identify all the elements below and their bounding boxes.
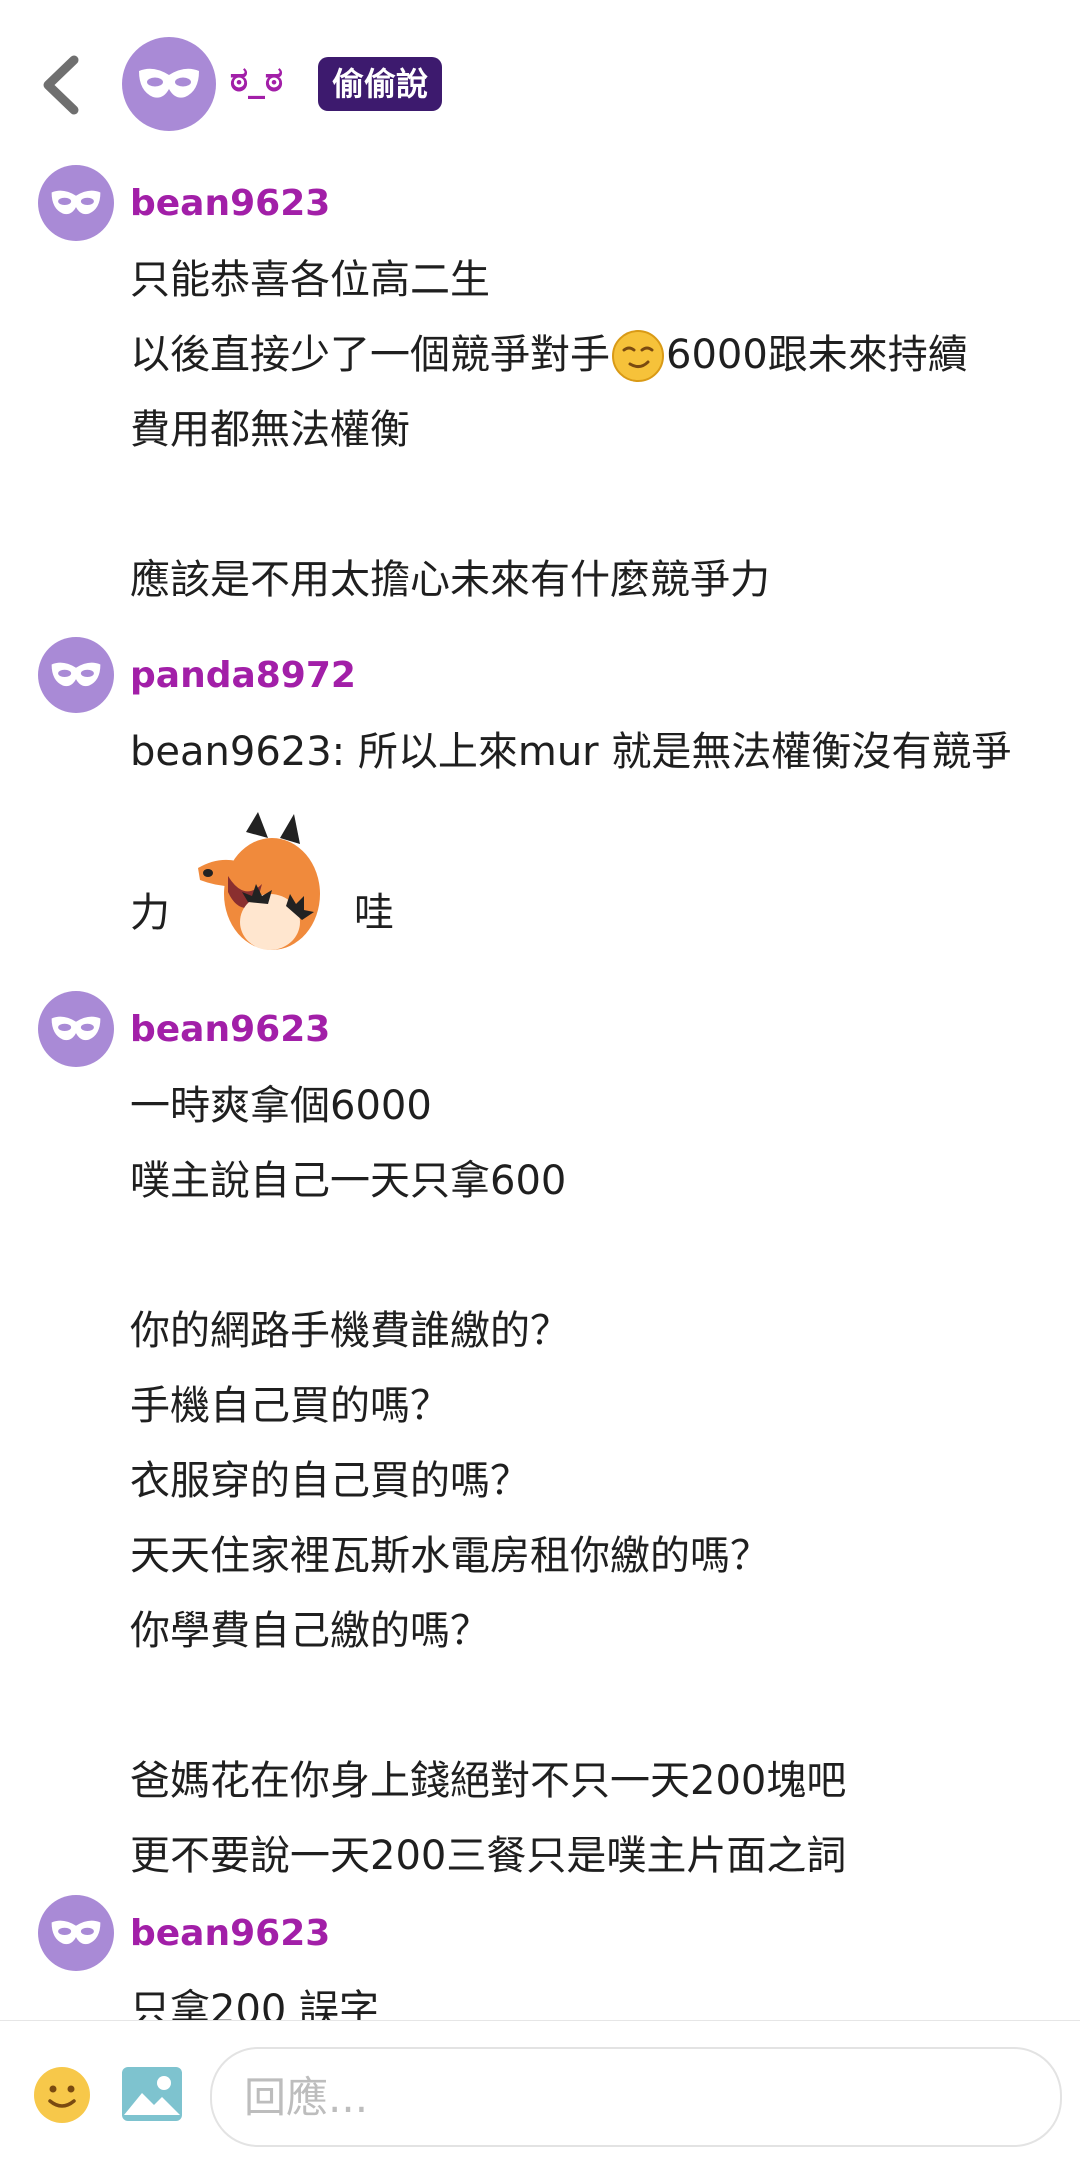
response-line: 衣服穿的自己買的嗎？ — [130, 1458, 530, 1504]
response-line-part: 力 — [130, 890, 170, 936]
response-content: 一時爽拿個6000 噗主說自己一天只拿600 你的網路手機費誰繳的？ 手機自己買… — [130, 1069, 1050, 1894]
response-line: 只拿200 誤字 — [130, 1987, 380, 2025]
mask-icon — [51, 190, 101, 215]
smiley-icon — [34, 2067, 90, 2123]
response-line: 手機自己買的嗎？ — [130, 1383, 450, 1429]
response-line — [130, 1219, 1050, 1294]
anonymous-mask-avatar[interactable] — [38, 1895, 114, 1971]
response-line: 天天住家裡瓦斯水電房租你繳的嗎？ — [130, 1533, 770, 1579]
back-button[interactable] — [34, 50, 90, 120]
response-username[interactable]: bean9623 — [130, 1913, 330, 1954]
response-line: 你學費自己繳的嗎？ — [130, 1608, 490, 1654]
response-username[interactable]: bean9623 — [130, 183, 330, 224]
mask-icon — [51, 662, 101, 687]
reply-bar — [0, 2020, 1080, 2169]
response-line: 應該是不用太擔心未來有什麼競爭力 — [130, 557, 770, 603]
mask-icon — [139, 68, 199, 98]
plurk-header: ಠ_ಠ 偷偷說 — [0, 0, 1080, 170]
chevron-left-icon — [43, 55, 79, 115]
anonymous-mask-avatar[interactable] — [38, 165, 114, 241]
anonymous-mask-avatar[interactable] — [38, 637, 114, 713]
response-line: 更不要說一天200三餐只是噗主片面之詞 — [130, 1833, 847, 1879]
response-line-part: 哇 — [354, 890, 394, 936]
image-upload-button[interactable] — [120, 2063, 184, 2125]
reply-input-box[interactable] — [210, 2047, 1062, 2147]
reply-input[interactable] — [242, 2067, 1026, 2127]
response-line: 力 哇 — [130, 790, 1050, 960]
image-icon — [122, 2067, 182, 2121]
response-line: bean9623: 所以上來mur 就是無法權衡沒有競爭 — [130, 729, 1012, 775]
response-list: bean9623 只能恭喜各位高二生 以後直接少了一個競爭對手 6000跟未來持… — [0, 165, 1080, 2025]
response-line: 一時爽拿個6000 — [130, 1083, 432, 1129]
anonymous-badge: 偷偷說 — [318, 57, 443, 111]
mask-icon — [51, 1920, 101, 1945]
response-line: 以後直接少了一個競爭對手 6000跟未來持續 — [130, 318, 1050, 393]
response-line — [130, 1669, 1050, 1744]
response-line: 你的網路手機費誰繳的？ — [130, 1308, 570, 1354]
smirk-emoji-icon — [612, 330, 664, 382]
response-content: bean9623: 所以上來mur 就是無法權衡沒有競爭 力 哇 — [130, 715, 1050, 960]
response-content: 只能恭喜各位高二生 以後直接少了一個競爭對手 6000跟未來持續 費用都無法權衡… — [130, 243, 1050, 618]
response-username[interactable]: panda8972 — [130, 655, 356, 696]
response-line: 只能恭喜各位高二生 — [130, 257, 490, 303]
response-line: 費用都無法權衡 — [130, 407, 410, 453]
mask-icon — [51, 1016, 101, 1041]
poster-name[interactable]: ಠ_ಠ — [230, 60, 283, 100]
emoticon-button[interactable] — [32, 2065, 92, 2125]
response-line-part: 6000跟未來持續 — [666, 332, 968, 378]
fox-sticker-icon — [198, 812, 320, 950]
response-line: 爸媽花在你身上錢絕對不只一天200塊吧 — [130, 1758, 847, 1804]
anonymous-mask-avatar[interactable] — [38, 991, 114, 1067]
response-line-part: 以後直接少了一個競爭對手 — [130, 332, 610, 378]
anonymous-mask-avatar[interactable] — [122, 37, 216, 131]
response-line: 噗主說自己一天只拿600 — [130, 1158, 567, 1204]
response-content: 只拿200 誤字 — [130, 1973, 1050, 2025]
response-line — [130, 468, 1050, 543]
response-username[interactable]: bean9623 — [130, 1009, 330, 1050]
